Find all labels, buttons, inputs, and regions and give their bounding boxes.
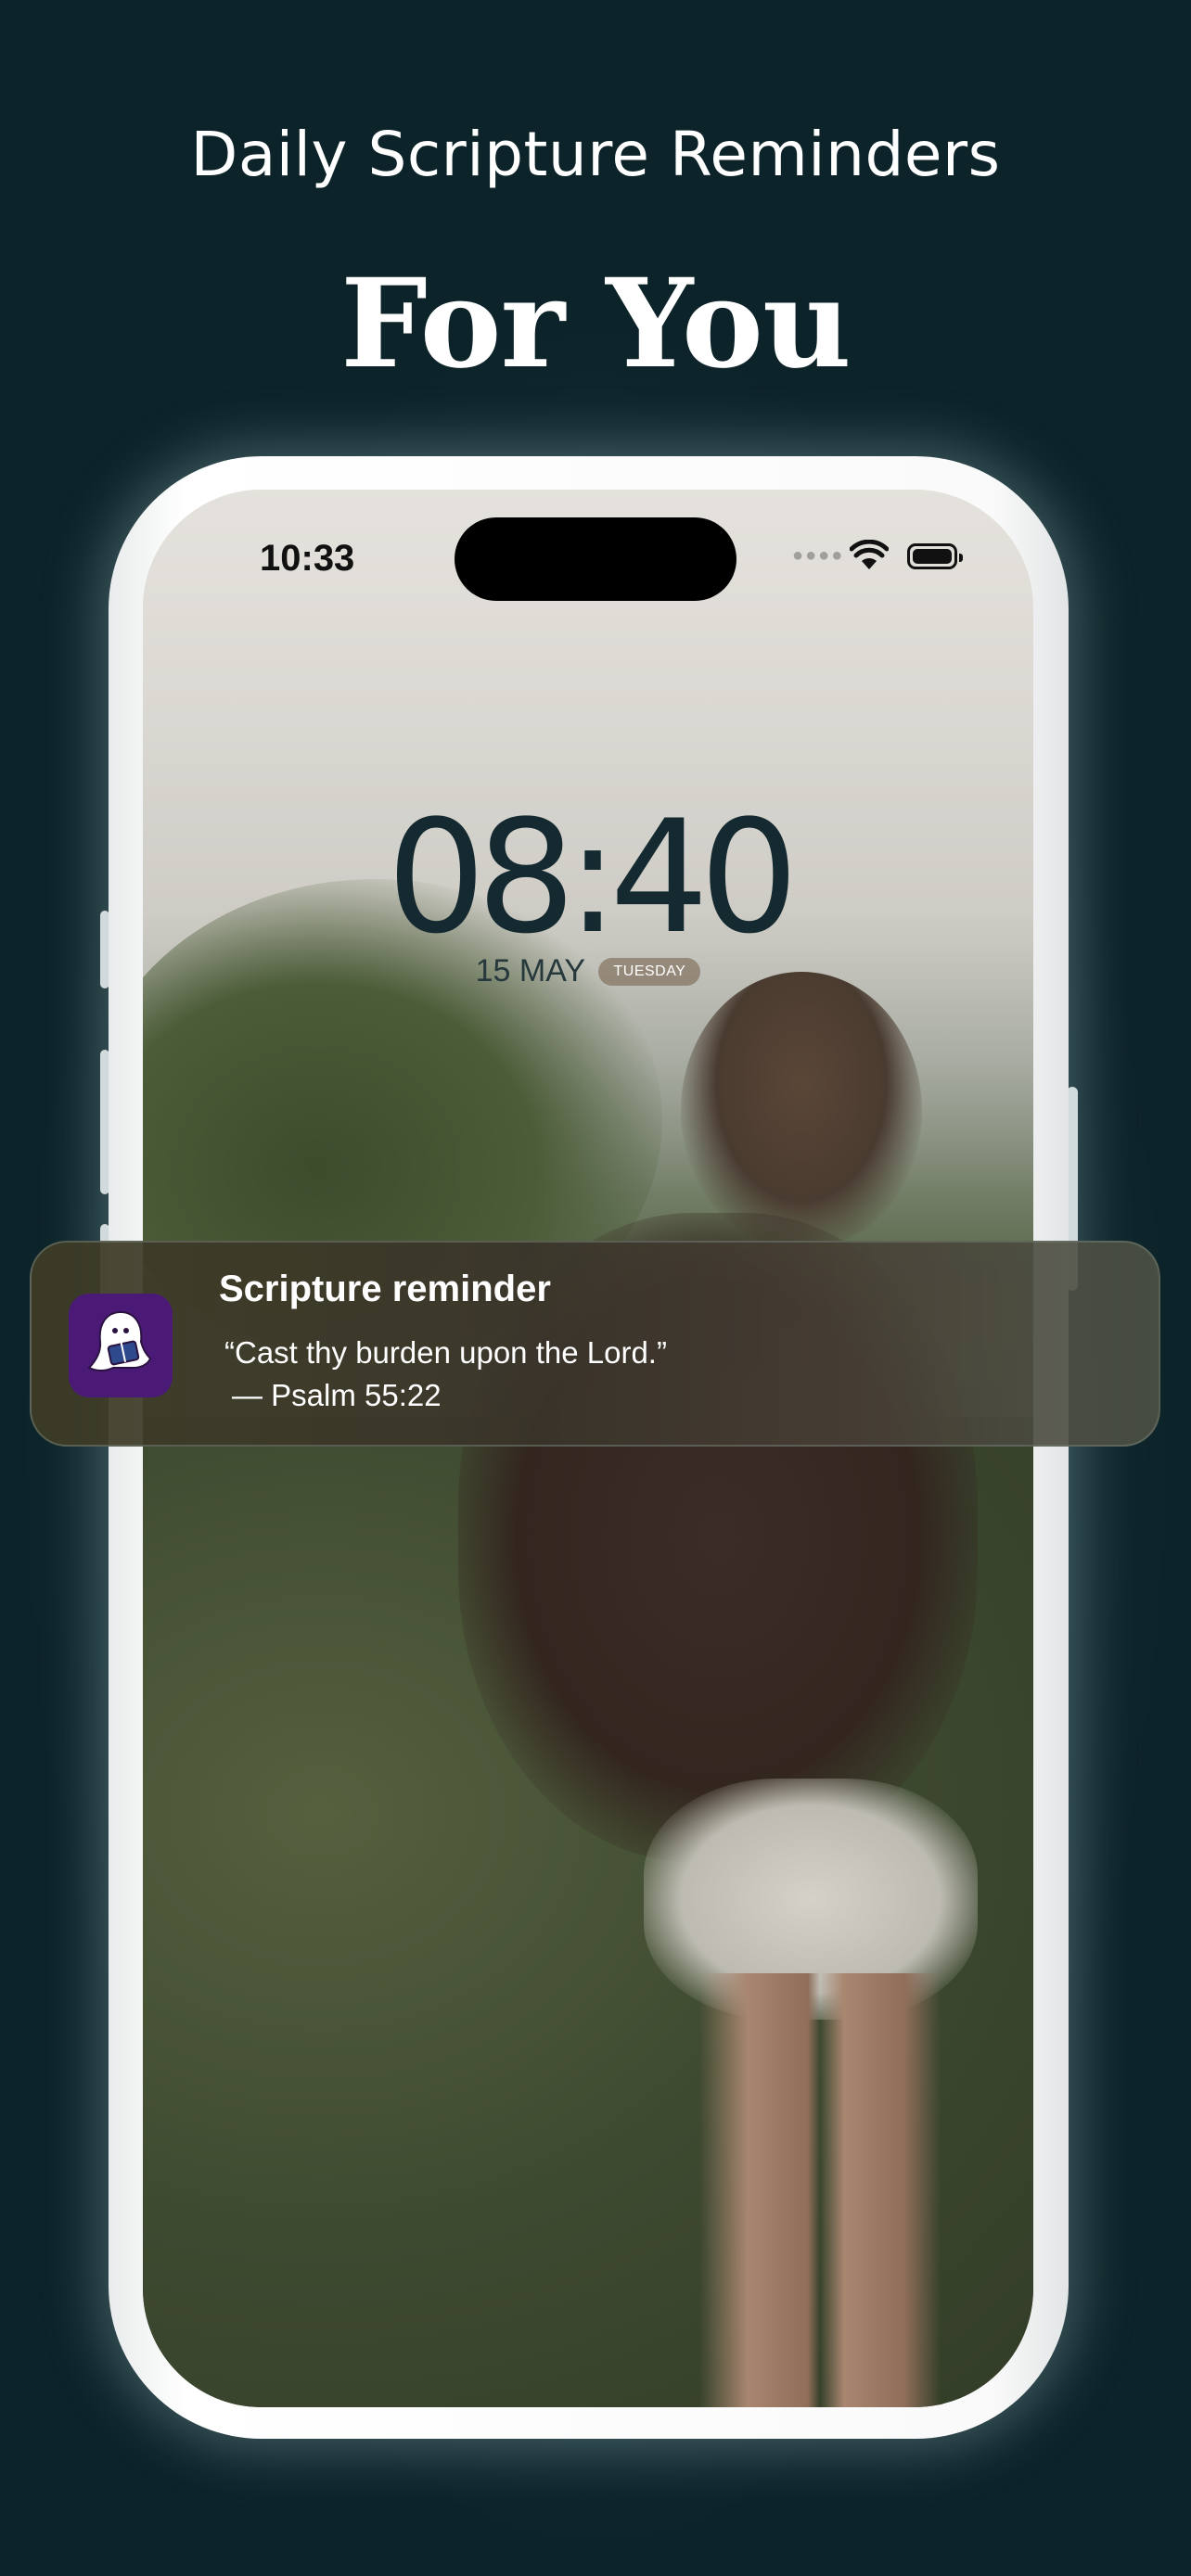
notification-body: “Cast thy burden upon the Lord.” — Psalm… bbox=[224, 1332, 667, 1417]
lock-screen-date: 15 MAY bbox=[475, 953, 586, 988]
wifi-icon bbox=[850, 540, 889, 569]
wallpaper-person-legs bbox=[699, 1973, 941, 2407]
notification-quote: “Cast thy burden upon the Lord.” bbox=[224, 1335, 667, 1370]
cellular-signal-icon: ●●●● bbox=[792, 545, 845, 566]
promo-subtitle: Daily Scripture Reminders bbox=[190, 119, 1001, 190]
status-bar-time: 10:33 bbox=[260, 538, 355, 579]
lock-screen-date-row: 15 MAY TUESDAY bbox=[143, 953, 1033, 989]
notification-reference: — Psalm 55:22 bbox=[232, 1378, 442, 1412]
scripture-notification[interactable]: Scripture reminder “Cast thy burden upon… bbox=[30, 1241, 1160, 1447]
lock-screen-clock: 08:40 bbox=[386, 786, 799, 968]
battery-full-icon bbox=[907, 543, 963, 569]
dynamic-island bbox=[455, 517, 736, 601]
lock-screen: 10:33 ●●●● 08:40 15 MAY TUESDAY bbox=[143, 490, 1033, 2407]
lock-screen-day-badge: TUESDAY bbox=[598, 957, 701, 986]
bible-reading-mascot-icon bbox=[69, 1294, 173, 1397]
notification-title: Scripture reminder bbox=[219, 1269, 551, 1309]
wallpaper-person-hair bbox=[681, 972, 922, 1250]
mascot-illustration bbox=[87, 1310, 152, 1371]
promo-title: For You bbox=[340, 252, 852, 396]
